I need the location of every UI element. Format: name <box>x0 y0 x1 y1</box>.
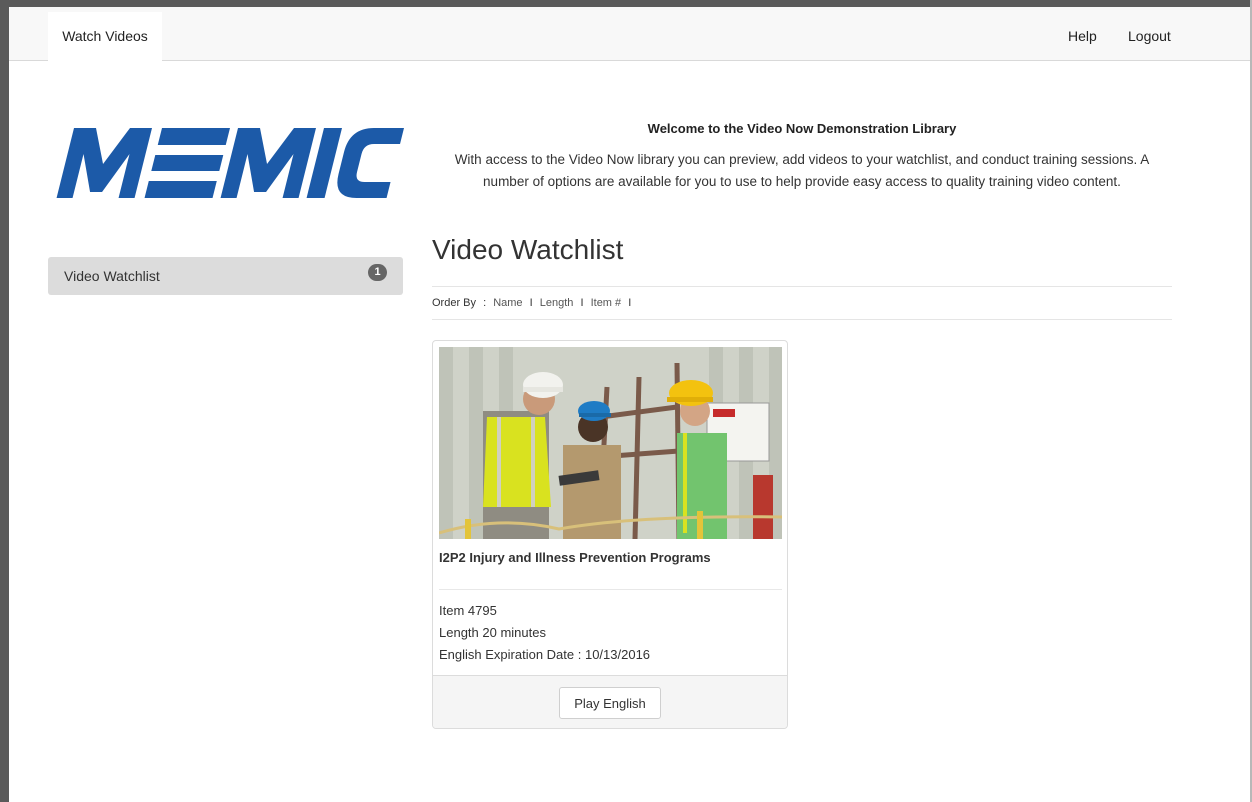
order-by-label: Order By <box>432 297 477 309</box>
welcome-title: Welcome to the Video Now Demonstration L… <box>647 121 957 136</box>
nav-link-logout[interactable]: Logout <box>1128 12 1171 61</box>
order-by-separator: I <box>580 297 584 309</box>
nav-link-help[interactable]: Help <box>1068 12 1097 61</box>
order-by-separator: I <box>628 297 632 309</box>
window-frame-left <box>0 0 9 802</box>
nav-tab-watch-videos[interactable]: Watch Videos <box>48 12 162 61</box>
order-by-name-link[interactable]: Name <box>493 297 522 309</box>
page-title: Video Watchlist <box>432 234 624 265</box>
video-expiration-date: English Expiration Date : 10/13/2016 <box>439 647 651 662</box>
order-by-separator: I <box>529 297 533 309</box>
window-frame-top <box>0 0 1252 7</box>
order-by-bar: Order By : Name I Length I Item # I <box>432 297 635 309</box>
video-length: Length 20 minutes <box>439 625 546 640</box>
video-title[interactable]: I2P2 Injury and Illness Prevention Progr… <box>439 550 711 565</box>
memic-logo <box>56 128 404 198</box>
sidebar-item-video-watchlist[interactable]: Video Watchlist 1 <box>48 257 403 295</box>
top-navbar: Watch Videos Help Logout <box>9 7 1250 61</box>
video-item-number: Item 4795 <box>439 603 497 618</box>
sidebar-item-label: Video Watchlist <box>64 268 160 284</box>
order-by-length-link[interactable]: Length <box>540 297 574 309</box>
divider <box>432 286 1172 287</box>
card-footer: Play English <box>433 675 787 728</box>
order-by-colon: : <box>483 297 487 309</box>
watchlist-count-badge: 1 <box>368 264 387 281</box>
video-card: I2P2 Injury and Illness Prevention Progr… <box>432 340 788 729</box>
welcome-text: With access to the Video Now library you… <box>454 152 1150 189</box>
play-english-button[interactable]: Play English <box>559 687 661 719</box>
card-divider <box>439 589 782 590</box>
divider <box>432 319 1172 320</box>
order-by-item-link[interactable]: Item # <box>591 297 622 309</box>
video-thumbnail[interactable] <box>439 347 782 539</box>
